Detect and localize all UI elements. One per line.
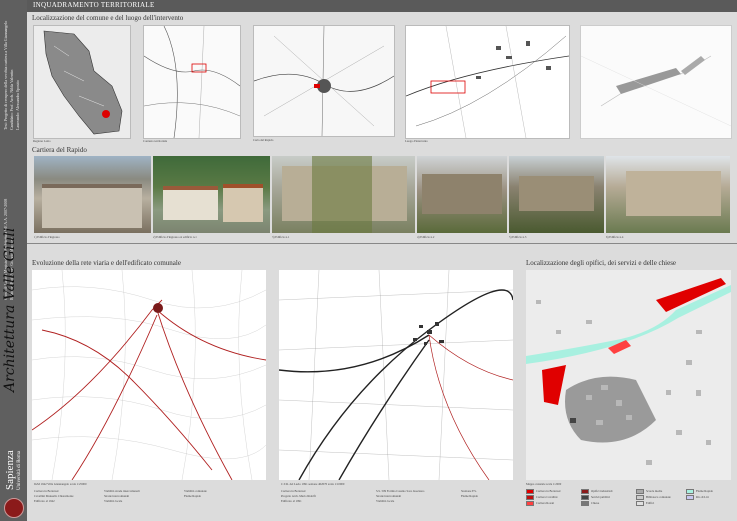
legend-item: Opifici industriali	[581, 489, 612, 494]
photo-3	[272, 156, 415, 233]
intervention-map	[405, 25, 570, 139]
candidate-line: Candidato: Prof. Arch. Nilda Valentin	[9, 69, 14, 130]
caption-photo-2: 2) Edificio d'ingresso ex edificio n.1	[153, 235, 197, 239]
site-plan	[580, 25, 732, 139]
map1-legend-item: Strade intercomunali	[104, 494, 130, 498]
caption-photo-6: 6) Edificio n.4	[606, 235, 624, 239]
legend-item: Cartiera Rosati	[526, 501, 554, 506]
legend-item: Cartiera in Botteraal	[526, 489, 561, 494]
section-divider	[27, 243, 737, 244]
sidebar: Tesi: Progetto di recupero della vecchia…	[0, 0, 27, 521]
legend-item: Biblioteca comunale	[636, 495, 671, 500]
photo-1	[34, 156, 151, 233]
map2-legend-item: S.S. 509 Formia Cassino Sora Avezzano	[376, 489, 425, 493]
caption-context: Contesto territoriale	[143, 139, 168, 143]
map2-legend-item: Stazione F.S.	[461, 489, 477, 493]
map1-legend-item: Edificato al 1942	[34, 499, 55, 503]
rapido-map	[253, 25, 395, 137]
caption-photo-5: 5) Edificio n.3	[509, 235, 527, 239]
section4-title: Localizzazione degli opifici, dei serviz…	[526, 259, 677, 267]
student-line: Laureando: Alessandra Sposito	[15, 80, 20, 130]
ctr-1991-map	[279, 270, 513, 480]
map1-legend-item: Viabilità locale	[104, 499, 123, 503]
university-subtitle: Università di Roma	[17, 450, 22, 490]
map2-legend-item: Strade intercomunali	[376, 494, 402, 498]
context-map	[143, 25, 241, 139]
map2-legend-item: Viabilità locale	[376, 499, 395, 503]
map1-legend-item: Viabilità comunale	[184, 489, 207, 493]
legend-item: Rio di Liri	[686, 495, 709, 500]
map1-legend-item: Cartiera in Botteraal	[34, 489, 59, 493]
legend-item: Chiese	[581, 501, 599, 506]
header-bar: INQUADRAMENTO TERRITORIALE	[27, 0, 737, 12]
map1-legend-item: Viabilità strade intercomunali	[104, 489, 140, 493]
caption-region: Regione Lazio	[33, 139, 51, 143]
cadastral-legend: Cartiera in Botteraal Cartiera Cavallini…	[526, 489, 731, 515]
caption-rapido: Carta del Rapido	[253, 138, 274, 142]
legend-item: Servizi pubblici	[581, 495, 610, 500]
map1-legend-item: Fiume Rapido	[184, 494, 202, 498]
photo-6	[606, 156, 730, 233]
photo-4	[417, 156, 507, 233]
caption-intervention: Luogo d'intervento	[405, 139, 428, 143]
map2-caption: C.T.R. del Lazio 1991 sezione 402070 sca…	[281, 482, 345, 486]
igm-1942-map	[32, 270, 266, 480]
photo-5	[509, 156, 604, 233]
map1-caption: IGM 1942 Villa Giannangelo scala 1:25000	[34, 482, 87, 486]
map2-legend-item: Progetto Arch. Mario Ridolfi	[281, 494, 316, 498]
thesis-title: Tesi: Progetto di recupero della vecchia…	[3, 20, 8, 130]
legend-item: Fiume Rapido	[686, 489, 713, 494]
section3-title: Evoluzione della rete viaria e dell'edif…	[32, 259, 181, 267]
caption-photo-1: 1) Edificio d'ingresso	[34, 235, 60, 239]
legend-item: Scuole medie	[636, 489, 662, 494]
caption-photo-3: 3) Edificio n.1	[272, 235, 290, 239]
university-name: Sapienza	[4, 450, 16, 490]
page-title: INQUADRAMENTO TERRITORIALE	[33, 1, 155, 9]
photo-2	[153, 156, 270, 233]
university-seal-icon	[4, 498, 24, 518]
map2-legend-item: Fiume Rapido	[461, 494, 479, 498]
cadastral-caption: Mappa catastale scala 1:2000	[526, 482, 562, 486]
map2-legend-item: Cartiera in Botteraal	[281, 489, 306, 493]
caption-photo-4: 4) Edificio n.2	[417, 235, 435, 239]
region-map	[33, 25, 131, 139]
section1-title: Localizzazione del comune e del luogo de…	[32, 14, 184, 22]
cadastral-map	[526, 270, 731, 480]
map2-legend-item: Edificato al 1991	[281, 499, 302, 503]
map1-legend-item: Cavallini Manuello Chiaramonte	[34, 494, 74, 498]
section2-title: Cartiera del Rapido	[32, 146, 87, 154]
legend-item: Cartiera Cavallini	[526, 495, 557, 500]
signature: Architettura Valle Giuli	[2, 227, 18, 392]
legend-item: Edifici	[636, 501, 654, 506]
